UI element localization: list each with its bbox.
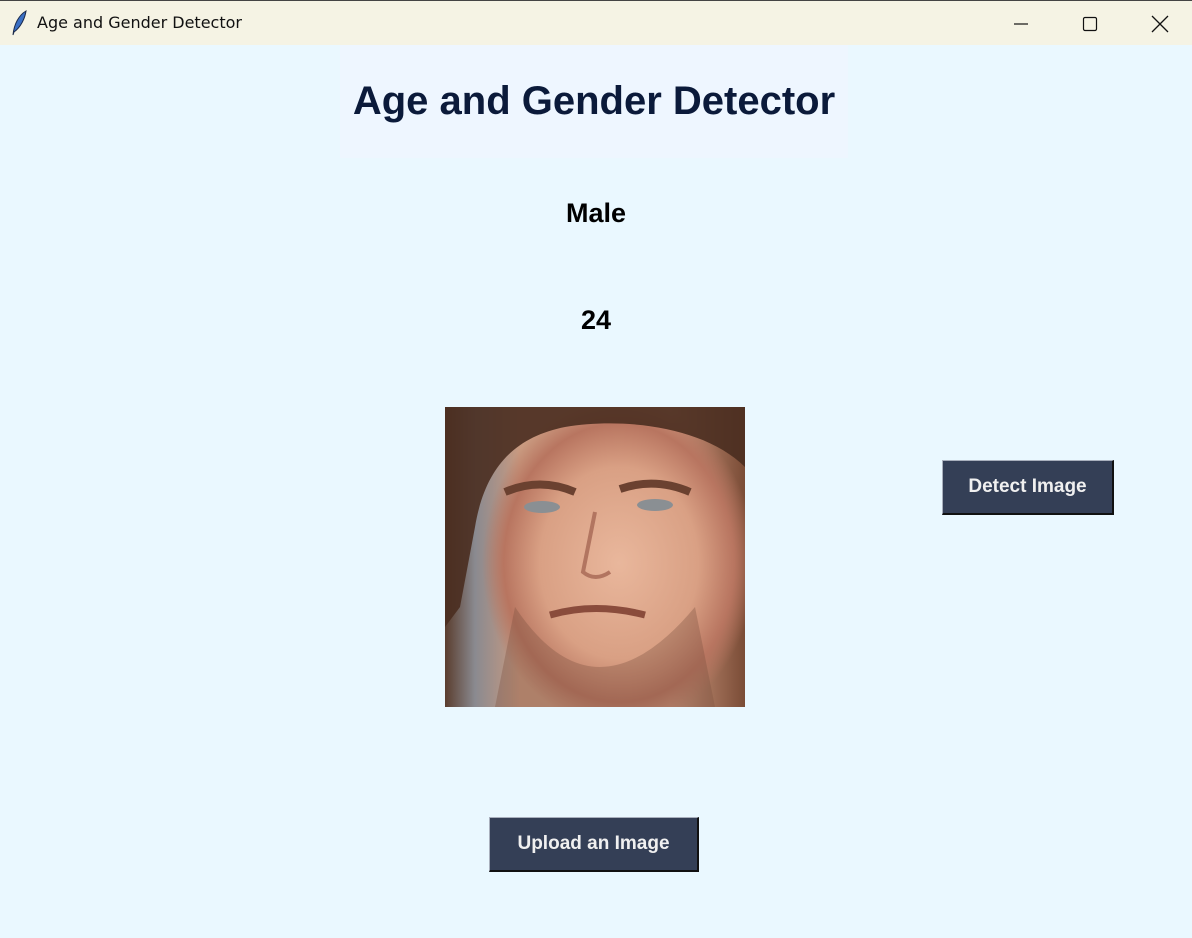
upload-image-button[interactable]: Upload an Image [489, 817, 699, 872]
page-title: Age and Gender Detector [352, 79, 836, 123]
maximize-button[interactable] [1067, 1, 1113, 46]
title-bar: Age and Gender Detector [0, 0, 1192, 45]
uploaded-face-image [445, 407, 745, 707]
age-result: 24 [580, 305, 612, 335]
minimize-button[interactable] [998, 1, 1044, 46]
minimize-icon [1014, 22, 1028, 25]
feather-icon [12, 10, 27, 36]
heading-band: Age and Gender Detector [340, 45, 848, 158]
close-button[interactable] [1137, 1, 1183, 46]
maximize-icon [1082, 16, 1098, 31]
gender-result: Male [565, 198, 627, 228]
detect-image-button[interactable]: Detect Image [942, 460, 1114, 515]
window-title: Age and Gender Detector [37, 13, 242, 32]
close-icon [1151, 15, 1169, 32]
